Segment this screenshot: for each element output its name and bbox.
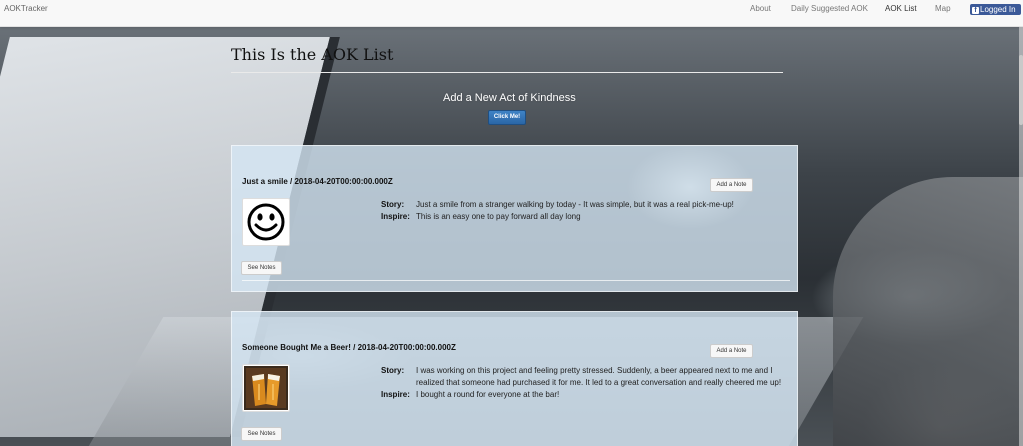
aok-card: Just a smile / 2018-04-20T00:00:00.000Z … bbox=[231, 145, 798, 292]
nav-about-link[interactable]: About bbox=[750, 4, 771, 13]
story-text: Just a smile from a stranger walking by … bbox=[416, 200, 734, 209]
story-text: I was working on this project and feelin… bbox=[416, 366, 782, 387]
see-notes-button[interactable]: See Notes bbox=[241, 427, 282, 441]
page-title: This Is the AOK List bbox=[231, 45, 394, 64]
beer-toast-icon bbox=[242, 364, 290, 412]
nav-daily-suggested-link[interactable]: Daily Suggested AOK bbox=[791, 4, 868, 13]
inspire-label: Inspire: bbox=[381, 212, 410, 221]
inspire-label: Inspire: bbox=[381, 390, 410, 399]
top-navbar: AOKTracker About Daily Suggested AOK AOK… bbox=[0, 0, 1023, 27]
login-status-label: Logged In bbox=[980, 5, 1016, 14]
aok-card-title: Someone Bought Me a Beer! / 2018-04-20T0… bbox=[242, 343, 456, 352]
story-label: Story: bbox=[381, 366, 405, 375]
aok-card-title: Just a smile / 2018-04-20T00:00:00.000Z bbox=[242, 177, 393, 186]
main-content: This Is the AOK List Add a New Act of Ki… bbox=[0, 27, 1023, 446]
brand-link[interactable]: AOKTracker bbox=[4, 4, 48, 13]
facebook-icon: f bbox=[972, 7, 979, 14]
smiley-face-icon bbox=[242, 198, 290, 246]
nav-map-link[interactable]: Map bbox=[935, 4, 951, 13]
facebook-login-button[interactable]: f Logged In bbox=[970, 4, 1021, 15]
add-note-button[interactable]: Add a Note bbox=[710, 344, 753, 358]
title-divider bbox=[231, 72, 783, 73]
aok-card: Someone Bought Me a Beer! / 2018-04-20T0… bbox=[231, 311, 798, 446]
see-notes-button[interactable]: See Notes bbox=[241, 261, 282, 275]
story-label: Story: bbox=[381, 200, 405, 209]
page-scrollbar[interactable] bbox=[1019, 27, 1023, 446]
add-kindness-heading: Add a New Act of Kindness bbox=[443, 92, 576, 104]
card-divider bbox=[242, 280, 790, 281]
click-me-button[interactable]: Click Me! bbox=[488, 110, 526, 125]
scrollbar-thumb[interactable] bbox=[1019, 55, 1023, 125]
add-note-button[interactable]: Add a Note bbox=[710, 178, 753, 192]
inspire-text: I bought a round for everyone at the bar… bbox=[416, 390, 560, 399]
nav-aok-list-link[interactable]: AOK List bbox=[885, 4, 917, 13]
inspire-text: This is an easy one to pay forward all d… bbox=[416, 212, 581, 221]
